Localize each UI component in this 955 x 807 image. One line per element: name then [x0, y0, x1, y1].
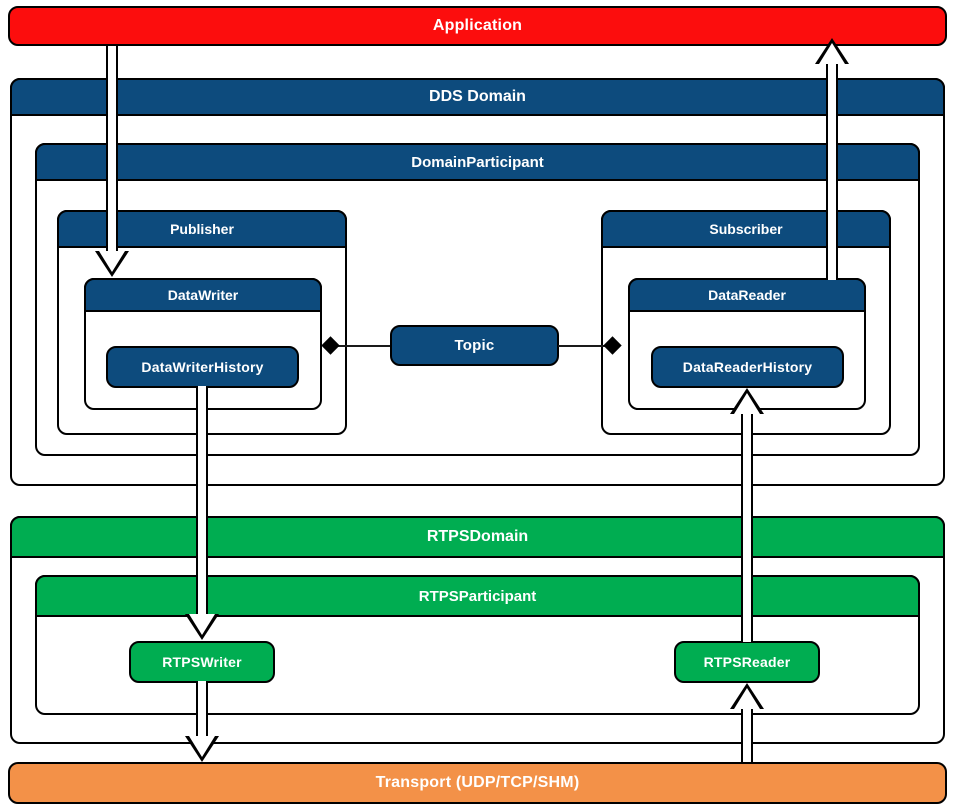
rtps-participant-header: RTPSParticipant [35, 575, 920, 617]
application-layer: Application [8, 6, 947, 46]
transport-to-rtpsreader-arrow-shaft [741, 709, 753, 762]
data-reader-header: DataReader [628, 278, 866, 312]
dds-domain-header: DDS Domain [10, 78, 945, 116]
app-to-datawriter-arrow-shaft [106, 46, 118, 251]
domain-participant-header: DomainParticipant [35, 143, 920, 181]
data-writer-history-box: DataWriterHistory [106, 346, 299, 388]
transport-layer: Transport (UDP/TCP/SHM) [8, 762, 947, 804]
writerhistory-to-rtpswriter-arrow-shaft [196, 386, 208, 614]
rtpsreader-to-readerhistory-arrow-shaft [741, 414, 753, 642]
app-to-datawriter-arrow-head [95, 251, 129, 277]
publisher-header: Publisher [57, 210, 347, 248]
rtps-domain-header: RTPSDomain [10, 516, 945, 558]
topic-box: Topic [390, 325, 559, 366]
rtpswriter-to-transport-arrow-head [185, 736, 219, 762]
rtpswriter-to-transport-arrow-shaft [196, 681, 208, 736]
dds-architecture-diagram: Application DDS Domain DomainParticipant… [0, 0, 955, 807]
datareader-to-app-arrow-head [815, 38, 849, 64]
data-writer-header: DataWriter [84, 278, 322, 312]
datawriter-topic-line [334, 345, 392, 347]
rtpsreader-to-readerhistory-arrow-head [730, 388, 764, 414]
transport-to-rtpsreader-arrow-head [730, 683, 764, 709]
datareader-to-app-arrow-shaft [826, 64, 838, 280]
rtps-reader-box: RTPSReader [674, 641, 820, 683]
rtps-writer-box: RTPSWriter [129, 641, 275, 683]
writerhistory-to-rtpswriter-arrow-head [185, 614, 219, 640]
subscriber-header: Subscriber [601, 210, 891, 248]
data-reader-history-box: DataReaderHistory [651, 346, 844, 388]
